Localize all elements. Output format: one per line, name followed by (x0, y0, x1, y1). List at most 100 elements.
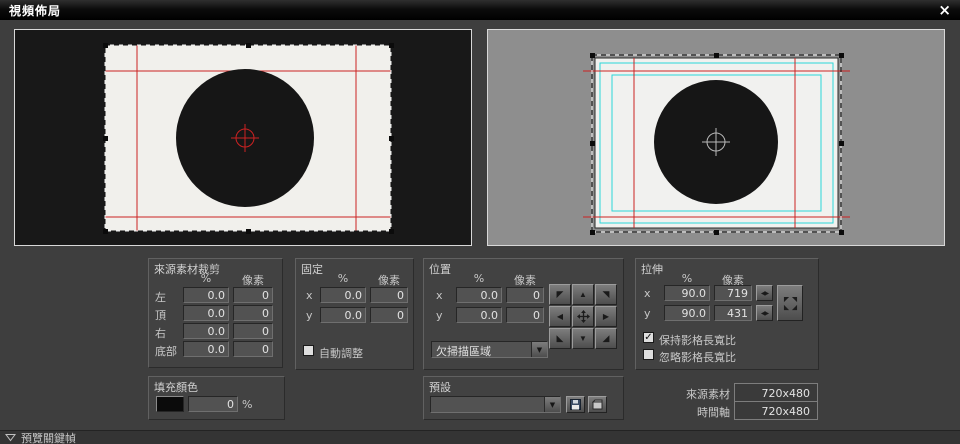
fixed-x-pixels-input[interactable] (370, 287, 408, 303)
fit-height-button[interactable]: ◀▶ (756, 305, 773, 321)
source-format-label: 來源素材 (635, 386, 730, 402)
arrow-right-icon: ▶ (603, 312, 609, 321)
group-title: 填充顏色 (154, 379, 198, 395)
fixed-x-percent-input[interactable] (320, 287, 366, 303)
delete-preset-button[interactable] (588, 396, 607, 413)
arrow-up-left-icon: ◤ (557, 289, 564, 300)
crop-bottom-label: 底部 (155, 343, 177, 359)
group-position: 位置 % 像素 x y ◤ ▲ ◥ ◀ ▶ ◣ ▼ ◢ 欠掃描區域 (423, 258, 624, 370)
fit-width-button[interactable]: ◀▶ (756, 285, 773, 301)
preset-value (431, 397, 544, 412)
auto-adjust-checkbox[interactable] (303, 345, 314, 356)
position-x-label: x (436, 289, 443, 302)
pixel-header: 像素 (233, 272, 273, 288)
chevron-down-icon[interactable]: ▼ (544, 397, 560, 412)
expander-triangle-icon[interactable] (5, 433, 16, 442)
fill-color-swatch[interactable] (156, 396, 184, 412)
percent-header: % (183, 272, 229, 285)
preset-select[interactable]: ▼ (430, 396, 561, 413)
chevron-down-icon[interactable]: ▼ (531, 342, 547, 357)
arrow-down-right-icon: ◢ (603, 333, 610, 344)
crop-top-pixels-input[interactable] (233, 305, 273, 321)
stretch-y-pixels-input[interactable] (714, 305, 752, 321)
stretch-x-percent-input[interactable] (664, 285, 710, 301)
stretch-y-label: y (644, 307, 651, 320)
auto-adjust-label: 自動調整 (319, 345, 363, 361)
fixed-y-pixels-input[interactable] (370, 307, 408, 323)
fixed-x-label: x (306, 289, 313, 302)
ignore-aspect-label: 忽略影格長寬比 (659, 349, 736, 365)
group-stretch: 拉伸 % 像素 x ◀▶ y ◀▶ ✓ 保持影格長寬比 忽略影格長寬比 (635, 258, 819, 370)
pixel-header: 像素 (506, 272, 544, 288)
fill-opacity-input[interactable] (188, 396, 238, 412)
floppy-disk-icon (570, 399, 581, 410)
nudge-down-left-button[interactable]: ◣ (549, 328, 571, 349)
box-icon (592, 399, 603, 410)
crop-right-percent-input[interactable] (183, 323, 229, 339)
group-fill-color: 填充顏色 % (148, 376, 285, 420)
group-preset: 預設 ▼ (423, 376, 624, 420)
source-format-value: 720x480 (734, 383, 818, 402)
stretch-x-label: x (644, 287, 651, 300)
percent-header: % (320, 272, 366, 285)
pixel-header: 像素 (370, 272, 408, 288)
output-preview-panel[interactable] (487, 29, 945, 246)
window-title: 視頻佈局 (9, 2, 61, 19)
expand-corners-icon (783, 296, 798, 311)
close-icon[interactable]: × (938, 3, 951, 17)
group-title: 拉伸 (641, 261, 663, 277)
nudge-left-button[interactable]: ◀ (549, 306, 571, 327)
fill-opacity-unit: % (242, 398, 252, 411)
group-title: 位置 (429, 261, 451, 277)
output-preview-canvas (488, 30, 944, 245)
crop-top-label: 頂 (155, 307, 166, 323)
nudge-up-right-button[interactable]: ◥ (595, 284, 617, 305)
crop-bottom-pixels-input[interactable] (233, 341, 273, 357)
keep-aspect-label: 保持影格長寬比 (659, 332, 736, 348)
crop-left-pixels-input[interactable] (233, 287, 273, 303)
underscan-area-value: 欠掃描區域 (432, 342, 531, 357)
keyframe-section-header: 預覽關鍵幀 (0, 430, 960, 444)
position-y-pixels-input[interactable] (506, 307, 544, 323)
keyframe-section-label: 預覽關鍵幀 (21, 430, 76, 444)
ignore-aspect-checkbox[interactable] (643, 349, 654, 360)
stretch-y-percent-input[interactable] (664, 305, 710, 321)
source-preview-canvas (15, 30, 471, 245)
save-preset-button[interactable] (566, 396, 585, 413)
nudge-up-button[interactable]: ▲ (572, 284, 594, 305)
source-preview-panel[interactable] (14, 29, 472, 246)
position-x-pixels-input[interactable] (506, 287, 544, 303)
timeline-format-value: 720x480 (734, 401, 818, 420)
position-x-percent-input[interactable] (456, 287, 502, 303)
position-y-label: y (436, 309, 443, 322)
arrow-left-icon: ◀ (557, 312, 563, 321)
crop-right-label: 右 (155, 325, 166, 341)
nudge-up-left-button[interactable]: ◤ (549, 284, 571, 305)
crop-left-label: 左 (155, 289, 166, 305)
percent-header: % (664, 272, 710, 285)
video-layout-dialog: 視頻佈局 × (0, 0, 960, 444)
fixed-y-percent-input[interactable] (320, 307, 366, 323)
crop-right-pixels-input[interactable] (233, 323, 273, 339)
arrows-left-right-icon: ◀▶ (761, 310, 768, 317)
crop-bottom-percent-input[interactable] (183, 341, 229, 357)
center-position-button[interactable] (572, 306, 594, 327)
position-y-percent-input[interactable] (456, 307, 502, 323)
fit-frame-button[interactable] (777, 285, 803, 321)
keep-aspect-checkbox[interactable]: ✓ (643, 332, 654, 343)
group-title: 預設 (429, 379, 451, 395)
crop-top-percent-input[interactable] (183, 305, 229, 321)
arrow-down-left-icon: ◣ (557, 333, 564, 344)
nudge-down-button[interactable]: ▼ (572, 328, 594, 349)
fixed-y-label: y (306, 309, 313, 322)
percent-header: % (456, 272, 502, 285)
underscan-area-select[interactable]: 欠掃描區域 ▼ (431, 341, 548, 358)
format-info-panel: 來源素材 720x480 時間軸 720x480 (635, 376, 819, 422)
crop-left-percent-input[interactable] (183, 287, 229, 303)
group-fixed: 固定 % 像素 x y 自動調整 (295, 258, 414, 370)
nudge-right-button[interactable]: ▶ (595, 306, 617, 327)
stretch-x-pixels-input[interactable] (714, 285, 752, 301)
nudge-down-right-button[interactable]: ◢ (595, 328, 617, 349)
arrow-down-icon: ▼ (579, 334, 587, 343)
arrows-left-right-icon: ◀▶ (761, 290, 768, 297)
